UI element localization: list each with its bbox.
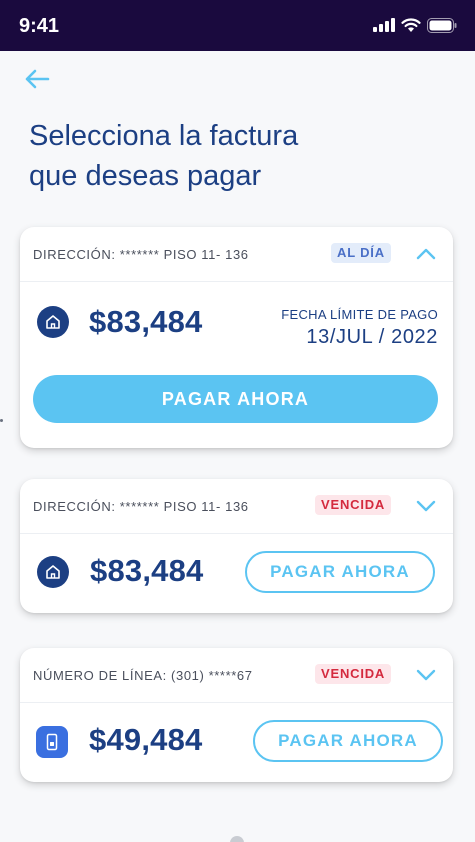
page-title-line1: Selecciona la factura [29,120,299,152]
status-badge: VENCIDA [315,495,392,515]
home-icon [37,556,69,588]
invoice-line-label: NÚMERO DE LÍNEA: (301) *****67 [33,668,253,683]
page-title-line2: que deseas pagar [29,160,262,192]
status-badge: AL DÍA [331,243,391,263]
due-date-label: FECHA LÍMITE DE PAGO [281,307,438,322]
signal-icon [373,18,395,32]
invoice-amount: $83,484 [90,553,204,588]
wifi-icon [401,17,421,32]
invoice-card: DIRECCIÓN: ******* PISO 11- 136 AL DÍA $… [20,227,453,448]
invoice-amount: $49,484 [89,722,203,757]
status-badge: VENCIDA [315,664,392,684]
page-title: Selecciona la factura que deseas pagar [29,116,429,196]
expand-button[interactable] [413,664,439,686]
home-indicator [230,836,244,842]
invoice-card-header[interactable]: DIRECCIÓN: ******* PISO 11- 136 VENCIDA [20,479,453,534]
status-icons [373,15,457,35]
battery-icon [427,17,457,33]
expand-button[interactable] [413,495,439,517]
invoice-card-header[interactable]: DIRECCIÓN: ******* PISO 11- 136 AL DÍA [20,227,453,282]
pay-now-button[interactable]: PAGAR AHORA [245,551,435,593]
invoice-card: NÚMERO DE LÍNEA: (301) *****67 VENCIDA $… [20,648,453,782]
status-time: 9:41 [19,15,60,37]
invoice-amount: $83,484 [89,304,203,339]
invoice-card: DIRECCIÓN: ******* PISO 11- 136 VENCIDA … [20,479,453,613]
collapse-button[interactable] [413,243,439,265]
phone-icon [36,726,68,758]
invoice-address-label: DIRECCIÓN: ******* PISO 11- 136 [33,247,249,262]
decorative-dot [0,419,3,422]
chevron-down-icon [416,500,436,512]
back-button[interactable] [22,64,52,94]
pay-now-button[interactable]: PAGAR AHORA [253,720,443,762]
status-bar: 9:41 [0,0,475,51]
pay-now-button[interactable]: PAGAR AHORA [33,375,438,423]
invoice-card-header[interactable]: NÚMERO DE LÍNEA: (301) *****67 VENCIDA [20,648,453,703]
chevron-down-icon [416,669,436,681]
due-date: 13/JUL / 2022 [306,326,438,348]
chevron-up-icon [416,248,436,260]
arrow-left-icon [25,69,50,89]
invoice-address-label: DIRECCIÓN: ******* PISO 11- 136 [33,499,249,514]
home-icon [37,306,69,338]
